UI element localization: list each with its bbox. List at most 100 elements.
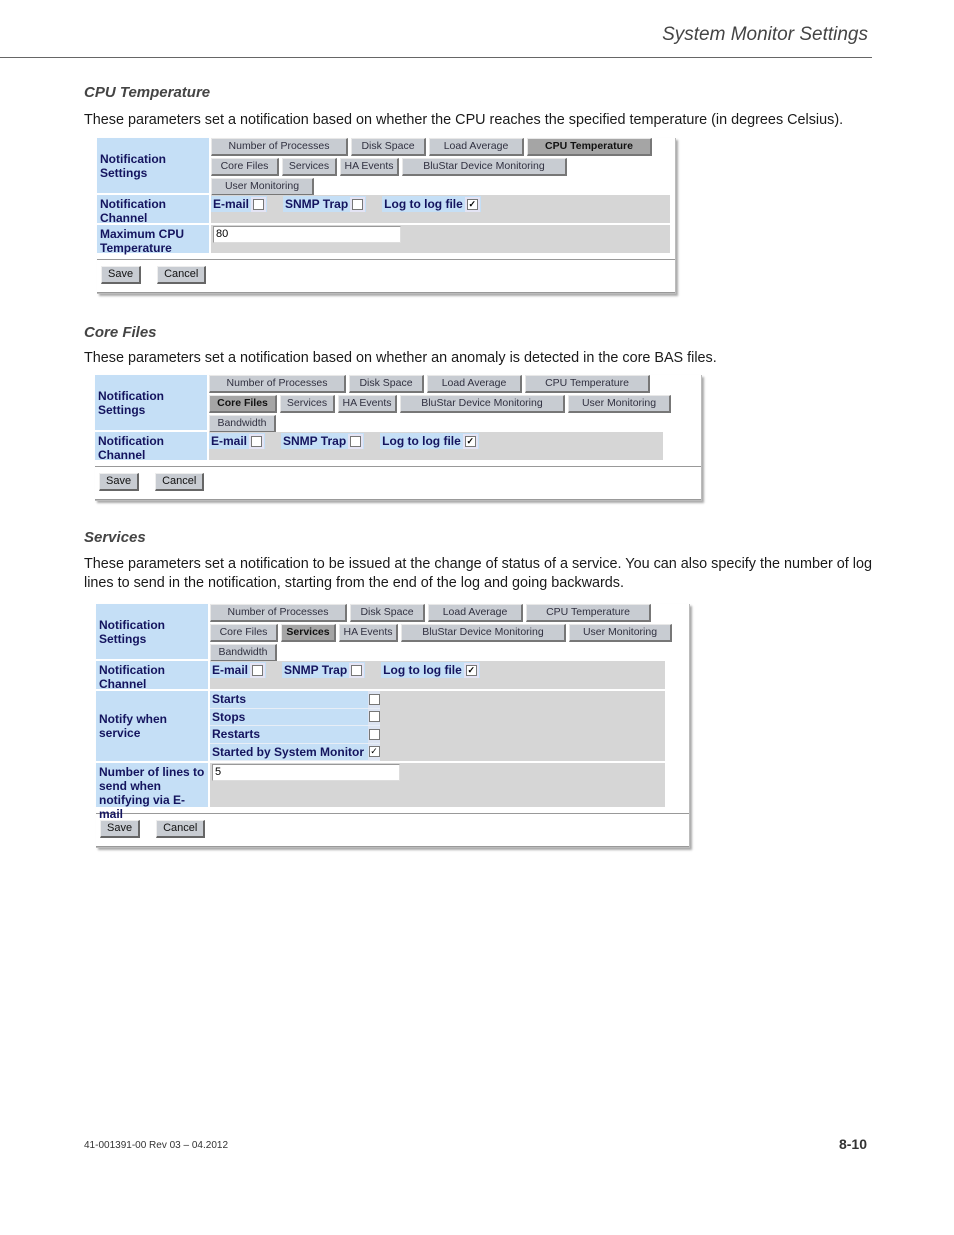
notify-option-label: Started by System Monitor — [210, 743, 368, 761]
log-to-file-label: Log to log file — [384, 197, 463, 211]
tab-services[interactable]: Services — [282, 158, 337, 176]
log-to-file-checkbox[interactable]: ✓ — [465, 664, 477, 676]
tab-load-average[interactable]: Load Average — [427, 375, 522, 393]
log-to-file-option: Log to log file ✓ — [382, 196, 481, 212]
save-button[interactable]: Save — [101, 266, 142, 284]
settings-tabs: Number of Processes Disk Space Load Averag… — [210, 604, 689, 664]
notify-option-checkbox[interactable]: ✓ — [368, 746, 380, 758]
running-title: System Monitor Settings — [662, 24, 868, 45]
notify-option-starts: Starts — [210, 691, 665, 709]
email-label: E-mail — [212, 663, 249, 677]
notify-option-checkbox[interactable] — [368, 711, 380, 723]
notify-option-label: Stops — [210, 708, 368, 726]
snmp-trap-checkbox[interactable] — [350, 435, 362, 447]
tab-services[interactable]: Services — [281, 624, 336, 642]
max-cpu-temperature-input[interactable]: 80 — [213, 226, 401, 243]
services-settings-panel: Notification Settings Number of Processe… — [96, 604, 690, 848]
email-option: E-mail — [209, 433, 266, 449]
section-description-core-files: These parameters set a notification base… — [84, 350, 717, 366]
tab-disk-space[interactable]: Disk Space — [349, 375, 424, 393]
cancel-button[interactable]: Cancel — [155, 473, 205, 491]
tab-core-files[interactable]: Core Files — [209, 395, 277, 413]
tab-ha-events[interactable]: HA Events — [338, 395, 397, 413]
cancel-button[interactable]: Cancel — [156, 820, 206, 838]
tab-blustar-device-monitoring[interactable]: BluStar Device Monitoring — [401, 624, 566, 642]
email-checkbox[interactable] — [253, 198, 265, 210]
snmp-trap-label: SNMP Trap — [285, 197, 349, 211]
email-option: E-mail — [210, 662, 267, 678]
notify-option-stops: Stops — [210, 708, 665, 726]
log-to-file-checkbox[interactable]: ✓ — [464, 435, 476, 447]
tab-number-of-processes[interactable]: Number of Processes — [210, 604, 347, 622]
tab-load-average[interactable]: Load Average — [428, 604, 523, 622]
notification-channel-label: Notification Channel — [97, 195, 209, 225]
notify-when-service-label: Notify when service — [96, 691, 208, 761]
snmp-trap-option: SNMP Trap — [282, 662, 366, 678]
cancel-button[interactable]: Cancel — [157, 266, 207, 284]
page-number: 8-10 — [838, 1136, 867, 1152]
log-to-file-label: Log to log file — [382, 434, 461, 448]
snmp-trap-label: SNMP Trap — [284, 663, 348, 677]
section-description-cpu-temperature: These parameters set a notification base… — [84, 112, 844, 128]
notification-channel-label: Notification Channel — [95, 432, 207, 462]
save-button[interactable]: Save — [100, 820, 141, 838]
notification-settings-label: Notification Settings — [96, 604, 208, 659]
tab-blustar-device-monitoring[interactable]: BluStar Device Monitoring — [400, 395, 565, 413]
notify-options: Starts Stops Restarts Started by System Mon… — [210, 691, 665, 761]
snmp-trap-option: SNMP Trap — [283, 196, 367, 212]
notify-option-checkbox[interactable] — [368, 728, 380, 740]
tab-bandwidth[interactable]: Bandwidth — [209, 415, 276, 433]
tab-cpu-temperature[interactable]: CPU Temperature — [525, 375, 650, 393]
max-cpu-temperature-label: Maximum CPU Temperature — [97, 225, 209, 255]
tab-ha-events[interactable]: HA Events — [340, 158, 399, 176]
log-to-file-checkbox[interactable]: ✓ — [466, 198, 478, 210]
tab-core-files[interactable]: Core Files — [210, 624, 278, 642]
save-button[interactable]: Save — [99, 473, 140, 491]
snmp-trap-checkbox[interactable] — [351, 664, 363, 676]
tab-number-of-processes[interactable]: Number of Processes — [211, 138, 348, 156]
cpu-temperature-settings-panel: Notification Settings Number of Processe… — [97, 138, 676, 294]
settings-tabs: Number of Processes Disk Space Load Averag… — [209, 375, 701, 435]
tab-user-monitoring[interactable]: User Monitoring — [211, 178, 314, 196]
section-title-cpu-temperature: CPU Temperature — [84, 84, 211, 101]
tab-core-files[interactable]: Core Files — [211, 158, 279, 176]
log-to-file-label: Log to log file — [383, 663, 462, 677]
section-title-services: Services — [84, 529, 146, 546]
document-id: 41-001391-00 Rev 03 – 04.2012 — [84, 1140, 229, 1151]
section-title-core-files: Core Files — [84, 324, 157, 341]
section-description-services: These parameters set a notification to b… — [84, 556, 872, 591]
notification-settings-label: Notification Settings — [95, 375, 207, 430]
header-rule — [0, 57, 872, 58]
tab-services[interactable]: Services — [280, 395, 335, 413]
snmp-trap-label: SNMP Trap — [283, 434, 347, 448]
tab-disk-space[interactable]: Disk Space — [350, 604, 425, 622]
log-to-file-option: Log to log file ✓ — [380, 433, 479, 449]
email-checkbox[interactable] — [251, 435, 263, 447]
tab-blustar-device-monitoring[interactable]: BluStar Device Monitoring — [402, 158, 567, 176]
tab-number-of-processes[interactable]: Number of Processes — [209, 375, 346, 393]
notify-option-label: Starts — [210, 691, 368, 709]
email-label: E-mail — [211, 434, 248, 448]
core-files-settings-panel: Notification Settings Number of Processe… — [95, 375, 702, 501]
email-option: E-mail — [211, 196, 268, 212]
notify-option-restarts: Restarts — [210, 726, 665, 744]
tab-user-monitoring[interactable]: User Monitoring — [569, 624, 672, 642]
notification-settings-label: Notification Settings — [97, 138, 209, 193]
notify-option-checkbox[interactable] — [368, 693, 380, 705]
snmp-trap-option: SNMP Trap — [281, 433, 365, 449]
number-of-lines-input[interactable]: 5 — [212, 764, 400, 781]
tab-user-monitoring[interactable]: User Monitoring — [568, 395, 671, 413]
email-label: E-mail — [213, 197, 250, 211]
tab-cpu-temperature[interactable]: CPU Temperature — [527, 138, 652, 156]
email-checkbox[interactable] — [252, 664, 264, 676]
tab-cpu-temperature[interactable]: CPU Temperature — [526, 604, 651, 622]
snmp-trap-checkbox[interactable] — [352, 198, 364, 210]
log-to-file-option: Log to log file ✓ — [381, 662, 480, 678]
tab-ha-events[interactable]: HA Events — [339, 624, 398, 642]
tab-disk-space[interactable]: Disk Space — [351, 138, 426, 156]
tab-load-average[interactable]: Load Average — [429, 138, 524, 156]
notify-option-label: Restarts — [210, 726, 368, 744]
number-of-lines-label: Number of lines to send when notifying v… — [96, 763, 208, 821]
tab-bandwidth[interactable]: Bandwidth — [210, 644, 277, 662]
notification-channel-label: Notification Channel — [96, 661, 208, 691]
